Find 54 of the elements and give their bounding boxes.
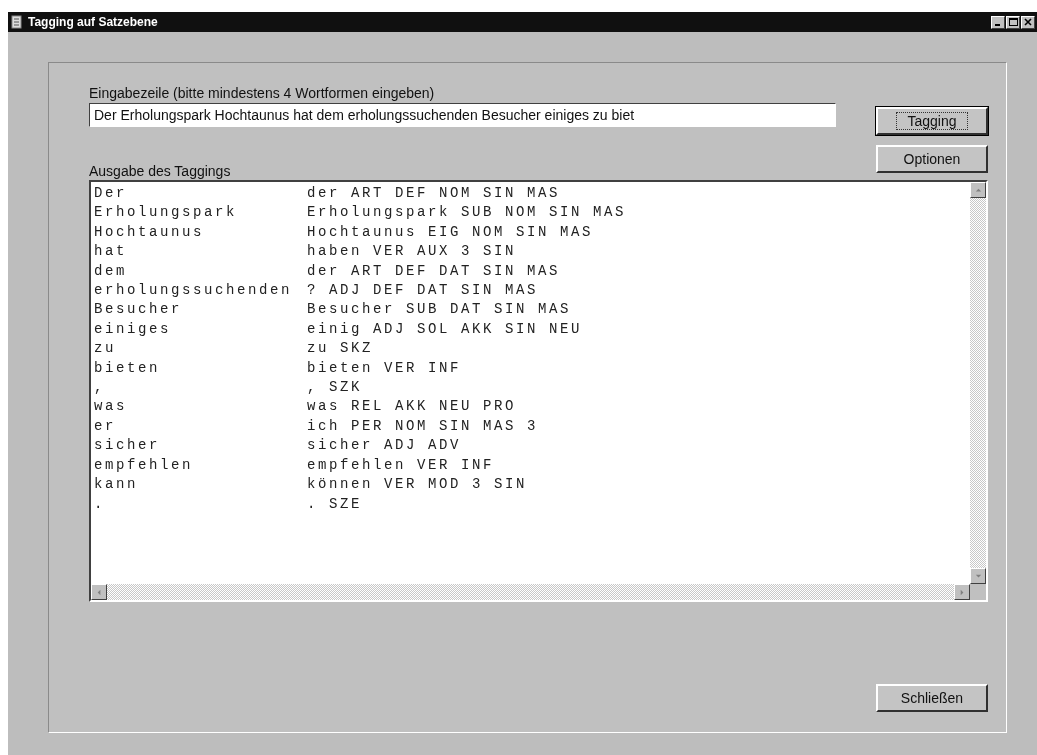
tag-text: der ART DEF NOM SIN MAS: [307, 184, 561, 203]
scroll-right-button[interactable]: [954, 584, 970, 600]
scroll-down-button[interactable]: [970, 568, 986, 584]
word-text: bieten: [94, 358, 161, 378]
input-field[interactable]: Der Erholungspark Hochtaunus hat dem erholungssuchenden Besucher einiges zu biet: [89, 103, 836, 127]
tag-text: . SZE: [307, 494, 362, 514]
tag-text: sicher ADJ ADV: [307, 436, 462, 456]
window-title: Tagging auf Satzebene: [28, 15, 159, 29]
output-label: Ausgabe des Taggings: [89, 163, 232, 179]
word-text: kann: [94, 475, 139, 495]
tag-text: Erholungspark SUB NOM SIN MAS: [307, 203, 627, 223]
tag-text: können VER MOD 3 SIN: [307, 475, 528, 495]
word-text: erholungssuchenden: [94, 281, 294, 301]
tag-text: Besucher SUB DAT SIN MAS: [307, 300, 572, 320]
tag-text: Hochtaunus EIG NOM SIN MAS: [307, 222, 594, 242]
tag-text: , SZK: [307, 378, 362, 398]
tag-text: was REL AKK NEU PRO: [307, 397, 517, 417]
word-text: zu: [94, 339, 117, 359]
maximize-button[interactable]: [1006, 15, 1020, 29]
tag-text: der ART DEF DAT SIN MAS: [307, 261, 561, 281]
word-text: ,: [94, 378, 106, 398]
word-text: empfehlen: [94, 455, 194, 475]
close-dialog-button[interactable]: Schließen: [876, 684, 988, 712]
tag-text: zu SKZ: [307, 339, 373, 359]
close-icon: [1024, 18, 1032, 26]
word-text: was: [94, 397, 128, 417]
word-text: dem: [94, 261, 128, 281]
tag-text: ? ADJ DEF DAT SIN MAS: [307, 281, 539, 301]
tag-text: einig ADJ SOL AKK SIN NEU: [307, 319, 583, 339]
word-text: .: [94, 494, 106, 514]
tag-text: haben VER AUX 3 SIN: [307, 242, 517, 262]
scrollbar-corner: [970, 584, 986, 600]
word-text: Besucher: [94, 300, 183, 320]
word-text: einiges: [94, 319, 172, 339]
tag-text: empfehlen VER INF: [307, 455, 495, 475]
tag-text: bieten VER INF: [307, 358, 462, 378]
input-label: Eingabezeile (bitte mindestens 4 Wortformen eingeben): [89, 85, 436, 101]
scroll-left-button[interactable]: [91, 584, 107, 600]
scroll-up-button[interactable]: [970, 182, 986, 198]
options-button[interactable]: Optionen: [876, 145, 988, 173]
word-text: sicher: [94, 436, 161, 456]
tagging-button[interactable]: Tagging: [876, 107, 988, 135]
vertical-scrollbar[interactable]: [970, 182, 986, 584]
minimize-button[interactable]: [991, 15, 1005, 29]
word-text: hat: [94, 242, 128, 262]
tag-text: ich PER NOM SIN MAS 3: [307, 416, 539, 436]
word-text: Hochtaunus: [94, 222, 205, 242]
horizontal-scrollbar[interactable]: [91, 584, 970, 600]
word-text: Der: [94, 184, 128, 203]
maximize-icon: [1008, 18, 1018, 26]
word-text: Erholungspark: [94, 203, 239, 223]
document-icon: [10, 15, 24, 29]
word-text: er: [94, 416, 117, 436]
close-button[interactable]: [1021, 15, 1035, 29]
